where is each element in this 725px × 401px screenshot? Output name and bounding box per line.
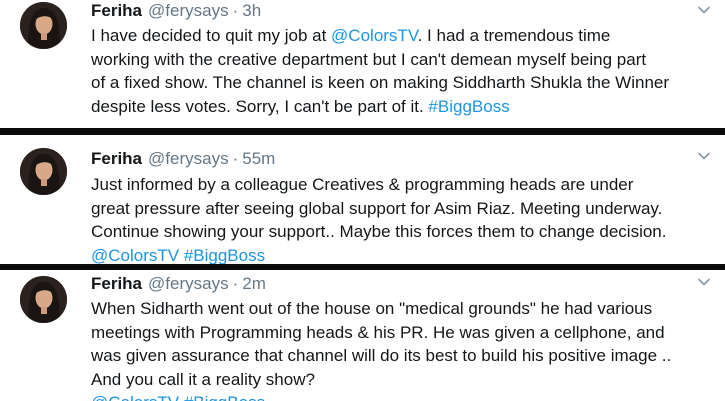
- tweet-header: Feriha @ferysays · 2m: [91, 273, 266, 295]
- chevron-down-icon[interactable]: [697, 5, 711, 15]
- tweet[interactable]: Feriha @ferysays · 2m When Sidharth went ou…: [0, 270, 725, 401]
- tweet-text-line: Just informed by a colleague Creatives &…: [91, 175, 634, 194]
- tweet-text-line: was given assurance that channel will do…: [91, 346, 672, 365]
- tweet-text-line: working with the creative department but…: [91, 49, 647, 69]
- avatar-image: [20, 2, 67, 49]
- tweet-text: Just informed by a colleague Creatives &…: [91, 173, 721, 264]
- author-handle[interactable]: @ferysays: [148, 149, 229, 168]
- chevron-down-icon[interactable]: [697, 277, 711, 287]
- mention-hashtag-link[interactable]: @ColorsTV #BiggBoss: [91, 393, 265, 401]
- tweet-text-line: @ColorsTV #BiggBoss: [91, 391, 721, 401]
- tweet-text-line: @ColorsTV #BiggBoss: [91, 244, 721, 265]
- tweet-header: Feriha @ferysays · 55m: [91, 148, 275, 170]
- tweet-text-line: Continue showing your support.. Maybe th…: [91, 222, 667, 241]
- tweet-text: When Sidharth went out of the house on "…: [91, 297, 721, 401]
- avatar[interactable]: [20, 2, 67, 49]
- tweet-text: I have decided to quit my job at @Colors…: [91, 24, 721, 118]
- author-name[interactable]: Feriha: [91, 149, 142, 168]
- meta-separator: ·: [232, 149, 239, 168]
- chevron-down-icon[interactable]: [697, 151, 711, 161]
- author-handle[interactable]: @ferysays: [148, 274, 229, 293]
- tweet[interactable]: Feriha @ferysays · 3h I have decided to qui…: [0, 0, 725, 128]
- author-name[interactable]: Feriha: [91, 1, 142, 20]
- avatar[interactable]: [20, 276, 67, 323]
- tweet[interactable]: Feriha @ferysays · 55m Just informed by a c…: [0, 135, 725, 264]
- avatar[interactable]: [20, 148, 67, 195]
- tweet-header: Feriha @ferysays · 3h: [91, 0, 261, 22]
- text-segment: despite less votes. Sorry, I can't be pa…: [91, 96, 429, 116]
- tweet-text-line: And you call it a reality show?: [91, 369, 315, 389]
- tweet-text-line: meetings with Programming heads & his PR…: [91, 322, 665, 342]
- tweet-text-line: When Sidharth went out of the house on "…: [91, 299, 653, 318]
- mention-link[interactable]: @ColorsTV: [331, 26, 418, 45]
- author-name[interactable]: Feriha: [91, 274, 142, 293]
- text-segment: . I had a tremendous time: [417, 26, 611, 45]
- avatar-image: [20, 148, 67, 195]
- tweet-timestamp[interactable]: 55m: [242, 149, 275, 168]
- tweet-text-line: of a fixed show. The channel is keen on …: [91, 73, 670, 92]
- meta-separator: ·: [232, 274, 239, 293]
- mention-hashtag-link[interactable]: @ColorsTV #BiggBoss: [91, 246, 265, 265]
- tweet-text-line: great pressure after seeing global suppo…: [91, 198, 663, 218]
- avatar-image: [20, 276, 67, 323]
- tweet-timestamp[interactable]: 2m: [242, 274, 266, 293]
- hashtag-link[interactable]: #BiggBoss: [428, 97, 509, 116]
- meta-separator: ·: [232, 1, 239, 20]
- tweet-timestamp[interactable]: 3h: [242, 1, 261, 20]
- text-segment: I have decided to quit my job at: [91, 26, 332, 45]
- tweet-text-line: I have decided to quit my job at @Colors…: [91, 24, 721, 48]
- author-handle[interactable]: @ferysays: [148, 1, 229, 20]
- tweet-text-line: despite less votes. Sorry, I can't be pa…: [91, 95, 721, 119]
- divider: [0, 128, 725, 135]
